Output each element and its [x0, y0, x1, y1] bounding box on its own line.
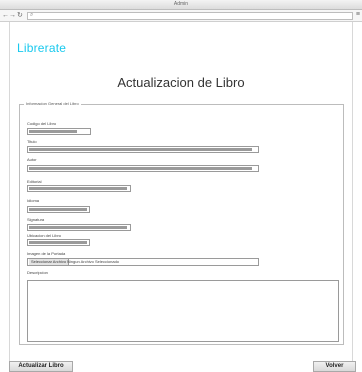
page-title: Actualizacion de Libro — [117, 75, 245, 90]
editorial-label: Editorial — [27, 179, 42, 184]
editorial-value — [29, 187, 127, 190]
signatura-value — [29, 226, 127, 229]
back-button[interactable]: Volver — [313, 361, 356, 372]
idioma-value — [29, 208, 87, 211]
codigo-label: Codigo del Libro — [27, 121, 57, 126]
file-status: Ningun Archivo Seleccionado — [67, 259, 120, 264]
idioma-input[interactable] — [27, 206, 90, 213]
titulo-value — [29, 148, 253, 151]
autor-label: Autor — [27, 157, 37, 162]
codigo-input[interactable] — [27, 128, 91, 135]
search-icon: ⌕ — [30, 12, 34, 18]
address-bar[interactable]: ⌕ — [27, 12, 353, 20]
ubicacion-label: Ubicacion del Libro — [27, 233, 62, 238]
forward-arrow-icon[interactable]: → — [9, 12, 16, 20]
cover-file-input[interactable]: Seleccionar Archivo Ningun Archivo Selec… — [27, 258, 259, 266]
descripcion-label: Descripcion — [27, 270, 48, 275]
brand-logo[interactable]: Librerate — [17, 41, 66, 55]
titulo-label: Titulo — [27, 139, 37, 144]
signatura-label: Signatura — [27, 217, 45, 222]
back-arrow-icon[interactable]: ← — [2, 12, 9, 20]
idioma-label: Idioma — [27, 198, 40, 203]
titulo-input[interactable] — [27, 146, 259, 153]
codigo-value — [29, 130, 77, 133]
signatura-input[interactable] — [27, 224, 131, 231]
fieldset-legend: Informacion General del Libro — [24, 101, 81, 106]
ubicacion-value — [29, 241, 87, 244]
reload-icon[interactable]: ↻ — [17, 12, 23, 20]
editorial-input[interactable] — [27, 185, 131, 192]
browser-toolbar: ← → ↻ ⌕ ≡ — [0, 10, 362, 22]
menu-icon[interactable]: ≡ — [356, 11, 360, 19]
update-book-button[interactable]: Actualizar Libro — [9, 361, 73, 372]
autor-input[interactable] — [27, 165, 259, 172]
window-title: Admin — [173, 1, 189, 7]
autor-value — [29, 167, 253, 170]
descripcion-textarea[interactable] — [27, 280, 339, 342]
select-file-button[interactable]: Seleccionar Archivo — [29, 259, 70, 265]
window-titlebar: Admin — [0, 0, 362, 10]
ubicacion-input[interactable] — [27, 239, 90, 246]
imagen-label: Imagen de la Portada — [27, 251, 66, 256]
